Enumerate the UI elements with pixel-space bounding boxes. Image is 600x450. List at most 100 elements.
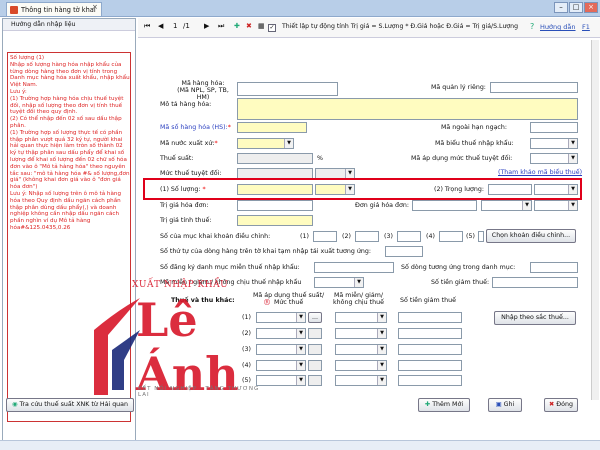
tax-exempt-select[interactable]: ▼ <box>335 312 387 323</box>
tax-rate-lookup-button[interactable] <box>308 360 322 371</box>
logo-registered: ® <box>263 298 271 307</box>
chevron-down-icon: ▼ <box>568 201 577 210</box>
thue-suat-label: Thuế suất: <box>160 155 194 162</box>
minimize-icon[interactable]: – <box>554 2 568 13</box>
so-luong-1-input[interactable] <box>237 184 313 195</box>
tax-rate-lookup-button[interactable] <box>308 328 322 339</box>
tax-exempt-select[interactable]: ▼ <box>335 344 387 355</box>
ma-so-hang-hoa-label: Mã số hàng hóa (HS):* <box>160 124 231 131</box>
mo-ta-hang-hoa-label: Mô tả hàng hóa: <box>160 101 212 108</box>
tri-gia-hoa-don-input[interactable] <box>237 200 313 211</box>
mo-ta-hang-hoa-input[interactable] <box>237 98 578 120</box>
next-record-icon[interactable]: ▶ <box>204 22 209 30</box>
page-current[interactable]: 1 <box>173 22 177 30</box>
ma-ngoai-han-ngach-input[interactable] <box>530 122 578 133</box>
add-record-icon[interactable]: ✚ <box>234 22 240 30</box>
ma-bieu-thue-nk-select[interactable]: ▼ <box>530 138 578 149</box>
form-scrollbar[interactable] <box>591 40 599 400</box>
help-icon[interactable]: ? <box>530 22 534 31</box>
so-dang-ky-danh-muc-input[interactable] <box>314 262 394 273</box>
so-dong-tuong-ung-input[interactable] <box>530 262 578 273</box>
ma-hang-hoa-input[interactable] <box>237 82 338 96</box>
ghi-button[interactable]: ▣ Ghi <box>488 398 522 412</box>
thue-suat-input[interactable] <box>237 153 313 164</box>
tax-rate-select[interactable]: ▼ <box>256 328 306 339</box>
so-luong-1-unit-select[interactable]: ▼ <box>315 184 355 195</box>
tra-cuu-thue-suat-button[interactable]: ◉ Tra cứu thuế suất XNK từ Hải quan <box>6 398 134 412</box>
tax-exempt-select[interactable]: ▼ <box>335 328 387 339</box>
dc-label-5: (5) <box>466 233 475 240</box>
ma-quan-ly-rieng-input[interactable] <box>490 82 578 93</box>
don-gia-currency-select[interactable]: ▼ <box>534 200 578 211</box>
maximize-icon[interactable]: □ <box>569 2 583 13</box>
muc-thue-tuyet-doi-label: Mức thuế tuyệt đối: <box>160 170 222 177</box>
so-thu-tu-dong-hang-input[interactable] <box>385 246 423 257</box>
chevron-down-icon: ▼ <box>296 361 305 370</box>
dc-input-5[interactable] <box>478 231 484 242</box>
chevron-down-icon: ▼ <box>345 185 354 194</box>
last-record-icon[interactable]: ⏭ <box>218 22 224 31</box>
save-icon: ▣ <box>495 401 502 408</box>
delete-record-icon[interactable]: ✖ <box>246 22 252 30</box>
tax-rate-select[interactable]: ▼ <box>256 375 306 386</box>
tab-close-icon[interactable]: × <box>92 3 98 11</box>
close-icon[interactable]: × <box>584 2 598 13</box>
first-record-icon[interactable]: ⏮ <box>144 22 150 31</box>
help-text: Số lượng (1) Nhập số lượng hàng hóa nhập… <box>10 55 130 231</box>
so-cua-muc-khai-label: Số của mục khai khoản điều chỉnh: <box>160 233 271 240</box>
tab-thong-tin-hang[interactable]: Thông tin hàng tờ khai <box>6 2 102 16</box>
tri-gia-hoa-don-label: Trị giá hóa đơn: <box>160 202 209 209</box>
tax-rate-lookup-button[interactable]: ... <box>308 312 322 323</box>
dc-input-2[interactable] <box>355 231 379 242</box>
tax-exempt-select[interactable]: ▼ <box>335 360 387 371</box>
dc-label-2: (2) <box>342 233 351 240</box>
nhap-theo-sac-thue-button[interactable]: Nhập theo sắc thuế... <box>494 311 576 325</box>
tham-khao-link[interactable]: (Tham khảo mã biểu thuế) <box>498 169 582 176</box>
title-bar: Thông tin hàng tờ khai × – □ × <box>0 0 600 17</box>
prev-record-icon[interactable]: ◀ <box>158 22 163 30</box>
don-gia-hoa-don-input[interactable] <box>412 200 477 211</box>
tax-reduction-input[interactable] <box>398 360 462 371</box>
tax-rate-select[interactable]: ▼ <box>256 312 306 323</box>
so-luong-2-input[interactable] <box>488 184 532 195</box>
dong-button[interactable]: ✖ Đóng <box>544 398 578 412</box>
grid-view-icon[interactable]: ▦ <box>258 22 265 30</box>
tax-exempt-select[interactable]: ▼ <box>335 375 387 386</box>
ma-ngoai-han-ngach-label: Mã ngoài hạn ngạch: <box>441 124 508 131</box>
tax-rate-lookup-button[interactable] <box>308 375 322 386</box>
tax-reduction-input[interactable] <box>398 344 462 355</box>
so-dong-tuong-ung-label: Số dòng tương ứng trong danh mục: <box>401 264 516 271</box>
auto-calc-checkbox[interactable]: ✓ <box>268 24 276 32</box>
tax-rate-lookup-button[interactable] <box>308 344 322 355</box>
chevron-down-icon: ▼ <box>522 201 531 210</box>
tri-gia-tinh-thue-input[interactable] <box>237 215 313 226</box>
tax-rate-select[interactable]: ▼ <box>256 360 306 371</box>
so-dang-ky-danh-muc-label: Số đăng ký danh mục miễn thuế nhập khẩu: <box>160 264 300 271</box>
dc-input-1[interactable] <box>313 231 337 242</box>
so-tien-giam-thue-input[interactable] <box>492 277 578 288</box>
record-toolbar: ⏮ ◀ 1 /1 ▶ ⏭ ✚ ✖ ▦ ✓ Thiết lập tự động t… <box>138 18 600 38</box>
ma-nuoc-xuat-xu-select[interactable]: ▼ <box>237 138 294 149</box>
chevron-down-icon: ▼ <box>345 169 354 178</box>
col-so-tien-header: Số tiền giảm thuế <box>400 297 457 304</box>
ma-mien-giam-select[interactable]: ▼ <box>314 277 364 288</box>
ma-ap-dung-muc-thue-select[interactable]: ▼ <box>530 153 578 164</box>
dc-input-4[interactable] <box>439 231 463 242</box>
dc-input-3[interactable] <box>397 231 421 242</box>
chevron-down-icon: ▼ <box>568 139 577 148</box>
tax-reduction-input[interactable] <box>398 328 462 339</box>
chon-khoan-dieu-chinh-button[interactable]: Chọn khoản điều chỉnh... <box>486 229 576 243</box>
chevron-down-icon: ▼ <box>377 345 386 354</box>
so-thu-tu-dong-hang-label: Số thứ tự của dòng hàng trên tờ khai tạm… <box>160 248 371 255</box>
don-gia-unit-select[interactable]: ▼ <box>481 200 532 211</box>
them-moi-button[interactable]: ✚ Thêm Mới <box>418 398 470 412</box>
ma-so-hang-hoa-input[interactable] <box>237 122 307 133</box>
so-luong-2-unit-select[interactable]: ▼ <box>534 184 578 195</box>
tax-reduction-input[interactable] <box>398 312 462 323</box>
chevron-down-icon: ▼ <box>296 329 305 338</box>
tax-rate-select[interactable]: ▼ <box>256 344 306 355</box>
tri-gia-tinh-thue-label: Trị giá tính thuế: <box>160 217 212 224</box>
so-tien-giam-thue-label: Số tiền giảm thuế: <box>431 279 490 286</box>
help-link[interactable]: Hướng dẫn <box>540 23 576 31</box>
tax-reduction-input[interactable] <box>398 375 462 386</box>
